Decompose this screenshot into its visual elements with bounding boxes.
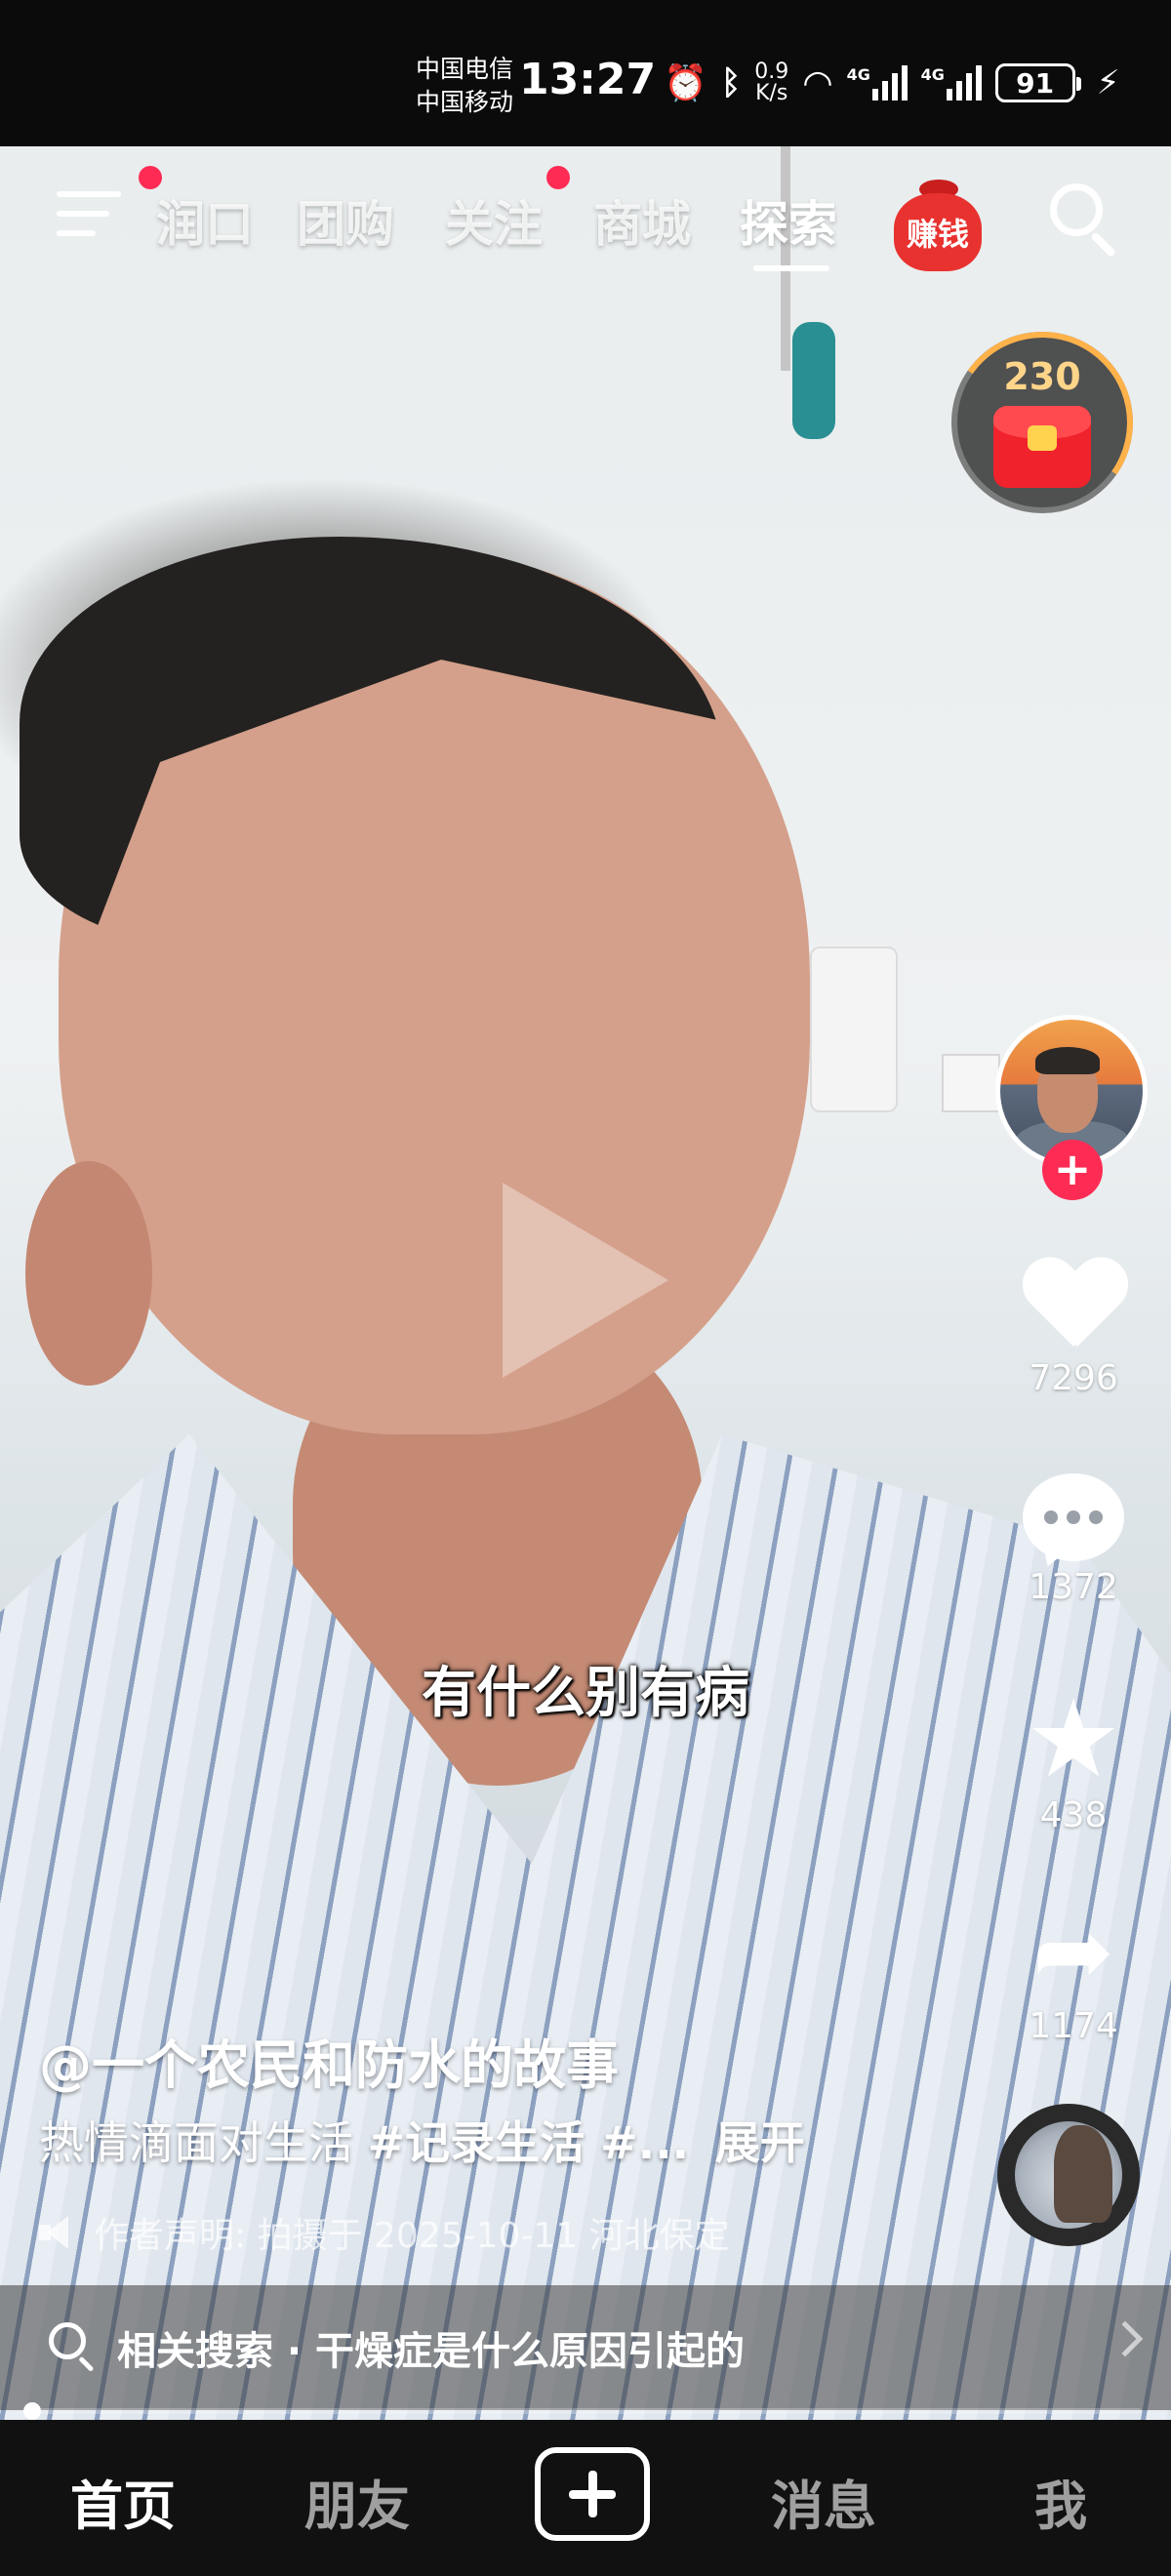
description-text: 热情滴面对生活 bbox=[39, 2116, 353, 2169]
comment-icon bbox=[1023, 1473, 1124, 1561]
wall-panel bbox=[810, 946, 898, 1112]
person-ear bbox=[25, 1161, 152, 1386]
favorite-button[interactable]: ★ 438 bbox=[986, 1676, 1161, 1835]
bottom-tab-bar: 首页 朋友 消息 我 bbox=[0, 2420, 1171, 2576]
net-speed-value: 0.9 bbox=[754, 60, 789, 84]
clock: 13:27 bbox=[519, 55, 657, 104]
carrier-1: 中国电信 bbox=[416, 55, 514, 83]
alarm-icon: ⏰ bbox=[664, 63, 707, 103]
chevron-right-icon bbox=[1107, 2320, 1144, 2357]
following-badge bbox=[546, 166, 570, 189]
speaker-icon bbox=[39, 2216, 76, 2249]
tab-group-buy[interactable]: 团购 bbox=[297, 185, 394, 256]
create-button[interactable] bbox=[535, 2447, 650, 2541]
red-envelope-coin bbox=[1028, 425, 1057, 451]
comment-count: 1372 bbox=[1029, 1567, 1118, 1607]
tab-mall[interactable]: 商城 bbox=[593, 185, 691, 256]
video-progress-bar[interactable] bbox=[29, 2408, 1142, 2414]
tab-home[interactable]: 首页 bbox=[70, 2463, 176, 2540]
carrier-info: 中国电信 中国移动 bbox=[416, 53, 513, 119]
status-bar: 中国电信 中国移动 13:27 ⏰ ᛒ 0.9 K/s ◠ 4G 4G 91 ⚡ bbox=[0, 0, 1171, 146]
heart-icon bbox=[1023, 1259, 1124, 1352]
comment-button[interactable]: 1372 bbox=[986, 1473, 1161, 1607]
earn-button[interactable]: 赚钱 bbox=[894, 176, 984, 273]
tab-friends[interactable]: 朋友 bbox=[304, 2463, 410, 2540]
wall-outlet bbox=[942, 1054, 1000, 1112]
net-speed-unit: K/s bbox=[755, 81, 788, 105]
active-tab-indicator bbox=[753, 265, 829, 271]
search-button[interactable] bbox=[1046, 180, 1120, 259]
money-bag-icon: 赚钱 bbox=[894, 193, 982, 271]
carrier-2: 中国移动 bbox=[416, 88, 514, 116]
progress-handle[interactable] bbox=[23, 2402, 41, 2420]
declaration-text: 作者声明: 拍摄于 2025-10-11 河北保定 bbox=[94, 2216, 730, 2256]
play-icon[interactable] bbox=[503, 1183, 668, 1378]
wifi-icon: ◠ bbox=[802, 62, 833, 103]
battery-icon: 91 bbox=[994, 63, 1081, 102]
search-icon bbox=[1050, 183, 1103, 236]
signal-1-icon: 4G bbox=[847, 65, 908, 101]
tab-location[interactable]: 润口 bbox=[156, 185, 254, 256]
tab-following[interactable]: 关注 bbox=[445, 185, 543, 256]
earn-label: 赚钱 bbox=[906, 216, 969, 253]
share-icon: ➦ bbox=[1032, 1894, 1114, 2008]
like-button[interactable]: 7296 bbox=[986, 1259, 1161, 1398]
like-count: 7296 bbox=[1029, 1358, 1118, 1398]
status-icons: ⏰ ᛒ 0.9 K/s ◠ 4G 4G 91 ⚡ bbox=[664, 59, 1120, 107]
charging-icon: ⚡ bbox=[1096, 63, 1120, 102]
favorite-count: 438 bbox=[1039, 1795, 1108, 1835]
net-speed: 0.9 K/s bbox=[754, 61, 788, 104]
bluetooth-icon: ᛒ bbox=[720, 63, 742, 102]
star-icon: ★ bbox=[1025, 1676, 1122, 1801]
follow-button[interactable]: + bbox=[1042, 1140, 1103, 1200]
signal-1-label: 4G bbox=[846, 65, 870, 84]
share-count: 1174 bbox=[1029, 2006, 1118, 2046]
related-search-bar[interactable]: 相关搜索 · 干燥症是什么原因引起的 bbox=[0, 2285, 1171, 2410]
music-disc[interactable] bbox=[997, 2104, 1140, 2246]
top-nav: 润口 团购 关注 商城 探索 赚钱 bbox=[0, 156, 1171, 283]
menu-button[interactable] bbox=[57, 191, 121, 246]
related-search-text: 相关搜索 · 干燥症是什么原因引起的 bbox=[117, 2329, 746, 2374]
expand-button[interactable]: 展开 bbox=[715, 2116, 805, 2169]
share-button[interactable]: ➦ 1174 bbox=[986, 1894, 1161, 2047]
search-icon bbox=[45, 2318, 103, 2377]
hashtags[interactable]: #记录生活 #... bbox=[368, 2116, 690, 2169]
red-packet-count: 230 bbox=[1003, 355, 1081, 398]
post-description: 热情滴面对生活 #记录生活 #... 展开 bbox=[39, 2108, 805, 2172]
author-declaration: 作者声明: 拍摄于 2025-10-11 河北保定 bbox=[39, 2207, 730, 2258]
iv-hook bbox=[792, 322, 835, 439]
author-name[interactable]: @一个农民和防水的故事 bbox=[39, 2022, 619, 2099]
tab-explore[interactable]: 探索 bbox=[740, 185, 837, 256]
tab-messages[interactable]: 消息 bbox=[771, 2463, 876, 2540]
signal-2-icon: 4G bbox=[921, 65, 982, 101]
signal-2-label: 4G bbox=[920, 65, 945, 84]
red-packet-widget[interactable]: 230 bbox=[937, 317, 1148, 528]
tab-me[interactable]: 我 bbox=[1034, 2463, 1087, 2540]
battery-level: 91 bbox=[1016, 66, 1055, 100]
